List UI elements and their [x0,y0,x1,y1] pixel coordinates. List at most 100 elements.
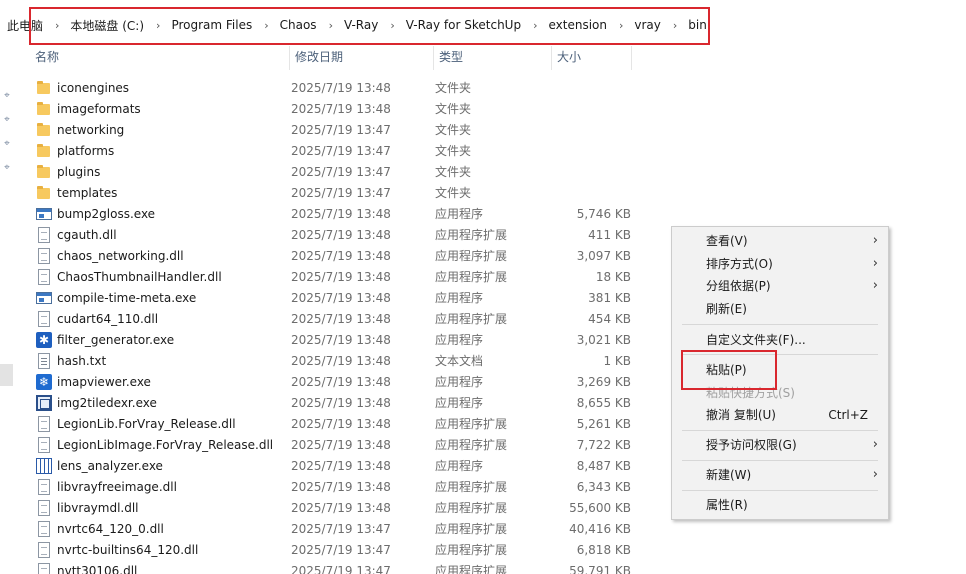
file-size: 5,261 KB [576,416,631,431]
folder-icon [36,143,52,159]
navigation-pane[interactable]: ⌖ ⌖ ⌖ ⌖ [0,46,18,574]
snowflake-app-icon: ❄ [36,373,52,390]
column-header: 名称 修改日期 类型 大小 [30,46,632,70]
file-size: 40,416 KB [569,521,631,536]
file-size: 55,600 KB [569,500,631,515]
file-date: 2025/7/19 13:48 [291,269,391,284]
file-row[interactable]: compile-time-meta.exe 2025/7/19 13:48 应用程序… [30,287,650,308]
file-name: cudart64_110.dll [57,311,159,326]
file-row[interactable]: libvrayfreeimage.dll 2025/7/19 13:48 应用程序扩… [30,476,650,497]
file-date: 2025/7/19 13:48 [291,248,391,263]
dll-icon [38,310,50,327]
file-row[interactable]: networking 2025/7/19 13:47 文件夹 [30,119,650,140]
dll-icon [38,541,50,558]
pin-icon: ⌖ [4,90,10,101]
dll-icon [38,499,50,516]
file-row[interactable]: nvrtc64_120_0.dll 2025/7/19 13:47 应用程序扩展 40… [30,518,650,539]
menu-item-label: 新建(W) [706,468,752,482]
file-type: 应用程序扩展 [435,228,508,242]
address-highlight-box [29,7,710,45]
menu-item-properties[interactable]: 属性(R) [672,494,888,516]
file-name: plugins [57,164,101,179]
file-size: 3,021 KB [576,332,631,347]
menu-item-new[interactable]: 新建(W) › [672,464,888,486]
file-row[interactable]: lens_analyzer.exe 2025/7/19 13:48 应用程序 8,48… [30,455,650,476]
file-row[interactable]: ✱ filter_generator.exe 2025/7/19 13:48 应用程序… [30,329,650,350]
file-name: img2tiledexr.exe [57,395,157,410]
star-app-icon: ✱ [36,331,52,348]
folder-icon [36,122,52,138]
file-name: LegionLibImage.ForVray_Release.dll [57,437,274,452]
file-row[interactable]: nvtt30106.dll 2025/7/19 13:47 应用程序扩展 59,791… [30,560,650,574]
column-date-header[interactable]: 修改日期 [290,46,434,70]
chevron-right-icon: › [872,278,878,293]
dll-icon [38,562,50,574]
grid-app-icon [36,457,52,474]
menu-item-refresh[interactable]: 刷新(E) [672,298,888,320]
file-name: libvrayfreeimage.dll [57,479,177,494]
file-date: 2025/7/19 13:48 [291,101,391,116]
dll-icon [38,415,50,432]
menu-item-view[interactable]: 查看(V) › [672,230,888,252]
file-name: cgauth.dll [57,227,117,242]
file-date: 2025/7/19 13:48 [291,395,391,410]
menu-item-label: 自定义文件夹(F)... [706,333,806,347]
file-row[interactable]: iconengines 2025/7/19 13:48 文件夹 [30,77,650,98]
shortcut-label: Ctrl+Z [828,408,868,422]
menu-item-label: 查看(V) [706,234,748,248]
file-date: 2025/7/19 13:48 [291,500,391,515]
file-row[interactable]: hash.txt 2025/7/19 13:48 文本文档 1 KB [30,350,650,371]
dll-icon [38,226,50,243]
dll-icon [38,247,50,264]
menu-item-sort[interactable]: 排序方式(O) › [672,253,888,275]
file-size: 18 KB [595,269,631,284]
folder-icon [36,101,52,117]
file-name: networking [57,122,125,137]
file-type: 应用程序 [435,459,484,473]
file-row[interactable]: platforms 2025/7/19 13:47 文件夹 [30,140,650,161]
file-row[interactable]: ❄ imapviewer.exe 2025/7/19 13:48 应用程序 3,269 … [30,371,650,392]
file-row[interactable]: templates 2025/7/19 13:47 文件夹 [30,182,650,203]
file-row[interactable]: ChaosThumbnailHandler.dll 2025/7/19 13:48… [30,266,650,287]
file-type: 应用程序 [435,207,484,221]
file-name: templates [57,185,118,200]
column-type-header[interactable]: 类型 [434,46,552,70]
file-row[interactable]: cgauth.dll 2025/7/19 13:48 应用程序扩展 411 KB [30,224,650,245]
menu-item-label: 分组依据(P) [706,279,771,293]
file-row[interactable]: chaos_networking.dll 2025/7/19 13:48 应用程序扩… [30,245,650,266]
column-size-header[interactable]: 大小 [552,46,632,70]
menu-item-group[interactable]: 分组依据(P) › [672,275,888,297]
chevron-right-icon: › [872,467,878,482]
file-type: 文件夹 [435,81,472,95]
menu-item-customize-folder[interactable]: 自定义文件夹(F)... [672,329,888,351]
file-name: libvraymdl.dll [57,500,139,515]
menu-item-grant-access[interactable]: 授予访问权限(G) › [672,434,888,456]
folder-icon [36,80,52,96]
file-type: 应用程序扩展 [435,480,508,494]
file-row[interactable]: imageformats 2025/7/19 13:48 文件夹 [30,98,650,119]
menu-separator [682,324,878,325]
file-row[interactable]: img2tiledexr.exe 2025/7/19 13:48 应用程序 8,655… [30,392,650,413]
file-name: iconengines [57,80,130,95]
menu-item-label: 授予访问权限(G) [706,438,797,452]
file-name: filter_generator.exe [57,332,175,347]
file-size: 8,655 KB [576,395,631,410]
file-row[interactable]: LegionLibImage.ForVray_Release.dll 2025/7… [30,434,650,455]
file-row[interactable]: nvrtc-builtins64_120.dll 2025/7/19 13:47 应… [30,539,650,560]
file-row[interactable]: LegionLib.ForVray_Release.dll 2025/7/19 1… [30,413,650,434]
file-row[interactable]: cudart64_110.dll 2025/7/19 13:48 应用程序扩展 454… [30,308,650,329]
file-type: 文件夹 [435,165,472,179]
file-name: hash.txt [57,353,107,368]
file-type: 应用程序扩展 [435,501,508,515]
nav-scroll-thumb[interactable] [0,364,13,386]
file-row[interactable]: bump2gloss.exe 2025/7/19 13:48 应用程序 5,746 K… [30,203,650,224]
file-size: 3,097 KB [576,248,631,263]
column-name-header[interactable]: 名称 [30,46,290,70]
menu-item-undo-copy[interactable]: 撤消 复制(U) Ctrl+Z [672,404,888,426]
file-date: 2025/7/19 13:47 [291,542,391,557]
file-type: 文件夹 [435,123,472,137]
file-date: 2025/7/19 13:48 [291,479,391,494]
file-date: 2025/7/19 13:48 [291,332,391,347]
file-row[interactable]: plugins 2025/7/19 13:47 文件夹 [30,161,650,182]
file-row[interactable]: libvraymdl.dll 2025/7/19 13:48 应用程序扩展 55,60… [30,497,650,518]
